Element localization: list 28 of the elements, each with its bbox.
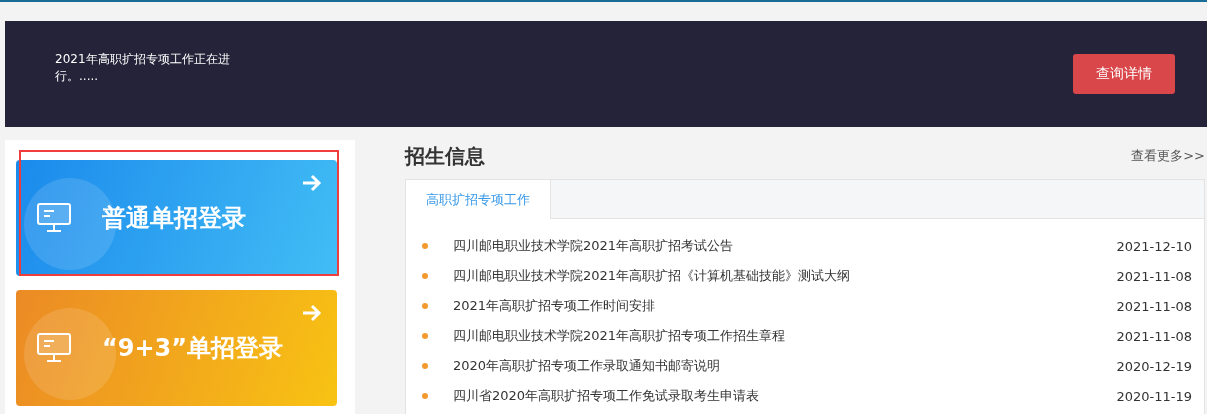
bullet-icon [422, 393, 428, 399]
arrow-icon [301, 174, 323, 192]
bullet-icon [422, 333, 428, 339]
bullet-icon [422, 363, 428, 369]
news-date: 2021-11-08 [1116, 328, 1192, 344]
bullet-icon [422, 273, 428, 279]
announcement-text: 2021年高职扩招专项工作正在进行。..... [55, 51, 231, 85]
section-title: 招生信息 [405, 142, 485, 170]
details-button[interactable]: 查询详情 [1073, 54, 1175, 94]
login-label: “9+3”单招登录 [102, 333, 284, 364]
news-date: 2020-12-19 [1116, 358, 1192, 374]
arrow-icon [301, 304, 323, 322]
news-link[interactable]: 四川邮电职业技术学院2021年高职扩招考试公告 [453, 237, 1117, 255]
news-link[interactable]: 四川邮电职业技术学院2021年高职扩招专项工作招生章程 [453, 327, 1117, 345]
bullet-icon [422, 243, 428, 249]
news-date: 2021-11-08 [1116, 268, 1192, 284]
news-date: 2020-11-19 [1116, 388, 1192, 404]
bullet-icon [422, 303, 428, 309]
monitor-icon [36, 332, 72, 364]
news-date: 2021-11-08 [1116, 298, 1192, 314]
more-link[interactable]: 查看更多>> [1131, 147, 1205, 165]
news-date: 2021-12-10 [1116, 238, 1192, 254]
news-link[interactable]: 四川省2020年高职扩招专项工作免试录取考生申请表 [453, 387, 1117, 405]
news-link[interactable]: 四川邮电职业技术学院2021年高职扩招《计算机基础技能》测试大纲 [453, 267, 1117, 285]
news-link[interactable]: 2021年高职扩招专项工作时间安排 [453, 297, 1117, 315]
monitor-icon [36, 202, 72, 234]
login-label: 普通单招登录 [102, 203, 246, 234]
news-link[interactable]: 2020年高职扩招专项工作录取通知书邮寄说明 [453, 357, 1117, 375]
